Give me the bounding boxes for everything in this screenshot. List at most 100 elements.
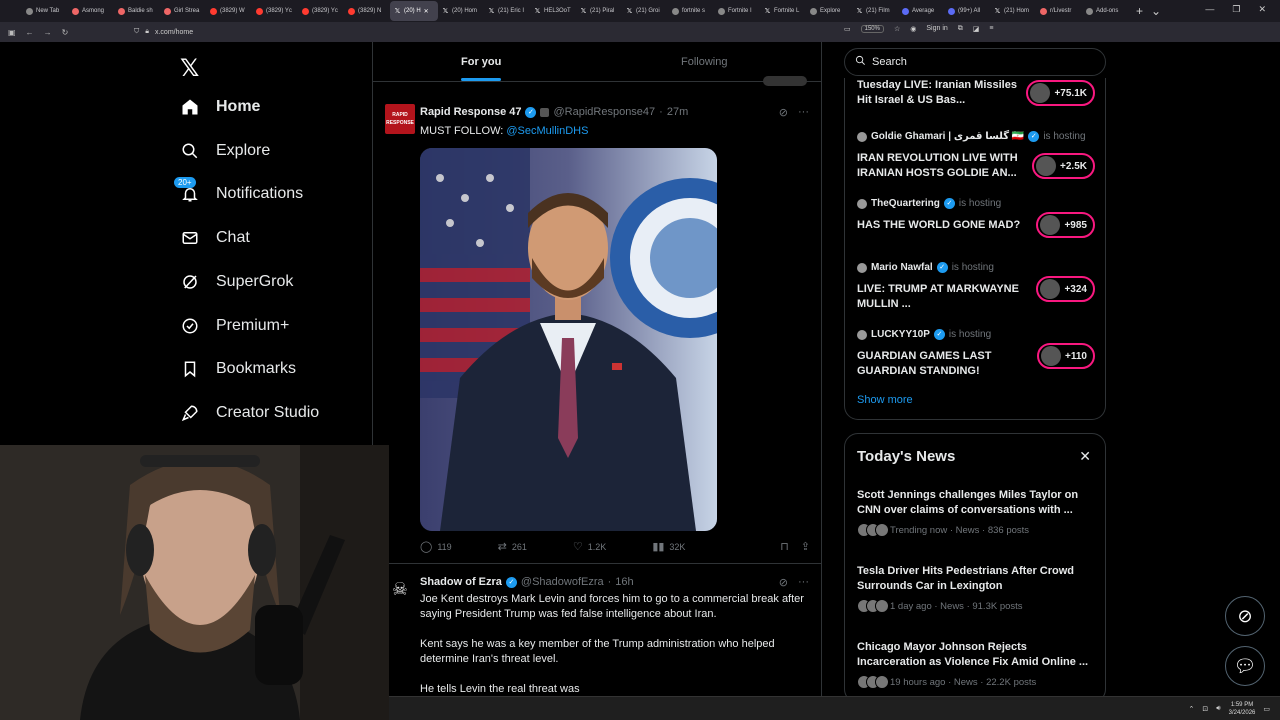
window-close-icon[interactable]: ✕	[1258, 4, 1266, 15]
live-listeners[interactable]: +985	[1036, 212, 1095, 238]
grok-icon[interactable]: ⊘	[779, 106, 788, 119]
sidebar-toggle-icon[interactable]: ▣	[8, 28, 16, 37]
browser-tab[interactable]: 𝕏 (20) Hom	[438, 1, 484, 21]
live-listeners[interactable]: +110	[1037, 343, 1095, 369]
show-more-link[interactable]: Show more	[857, 394, 913, 406]
x-logo-icon[interactable]: 𝕏	[180, 54, 199, 83]
browser-tab[interactable]: 𝕏 (21) Eric I	[484, 1, 530, 21]
browser-tab[interactable]: (3829) Yc	[252, 1, 298, 21]
nav-item-home[interactable]: Home	[180, 97, 260, 117]
close-icon[interactable]: ✕	[1079, 448, 1091, 465]
more-icon[interactable]: ···	[798, 576, 809, 589]
post-time[interactable]: 27m	[667, 106, 688, 118]
repost-button[interactable]: ⇄ 261	[498, 540, 527, 553]
chevron-up-icon[interactable]: ⌃	[1189, 705, 1195, 713]
browser-tab[interactable]: New Tab	[22, 1, 68, 21]
live-listeners[interactable]: +75.1K	[1026, 80, 1095, 106]
browser-tab-active[interactable]: 𝕏 (20) H ✕	[390, 1, 438, 21]
browser-tab[interactable]: (99+) All	[944, 1, 990, 21]
browser-tab[interactable]: 𝕏 (21) Hom	[990, 1, 1036, 21]
browser-tab[interactable]: Girl Strea	[160, 1, 206, 21]
tab-for-you[interactable]: For you	[461, 56, 501, 68]
browser-tab[interactable]: 𝕏 HEL3OoT	[530, 1, 576, 21]
reply-button[interactable]: ◯ 119	[420, 540, 452, 553]
maximize-icon[interactable]: ❐	[1232, 4, 1240, 15]
twitch-icon	[164, 7, 171, 15]
menu-icon[interactable]: ≡	[989, 25, 993, 33]
browser-tab[interactable]: r/Livestr	[1036, 1, 1082, 21]
nav-item-explore[interactable]: Explore	[180, 141, 270, 161]
forward-icon[interactable]: →	[44, 28, 52, 37]
nav-item-chat[interactable]: Chat	[180, 228, 250, 248]
nav-item-supergrok[interactable]: SuperGrok	[180, 272, 293, 292]
account-icon[interactable]: ◉	[910, 25, 916, 33]
notifications-icon[interactable]: ▭	[1263, 705, 1270, 713]
author-name[interactable]: Shadow of Ezra	[420, 576, 502, 588]
bookmark-star-icon[interactable]: ☆	[894, 25, 900, 33]
nav-item-notifications[interactable]: 20+ Notifications	[174, 177, 303, 204]
nav-item-creator-studio[interactable]: Creator Studio	[180, 403, 319, 423]
live-item[interactable]: LUCKYY10P ✓ is hosting GUARDIAN GAMES LAST…	[857, 329, 1097, 377]
views-button[interactable]: ▮▮ 32K	[652, 540, 685, 553]
browser-tab[interactable]: Baldie sh	[114, 1, 160, 21]
news-item[interactable]: Tesla Driver Hits Pedestrians After Crow…	[857, 564, 1097, 613]
like-button[interactable]: ♡ 1.2K	[573, 540, 606, 553]
browser-tab[interactable]: Add-ons	[1082, 1, 1128, 21]
live-item[interactable]: Goldie Ghamari | گلسا قمری 🇮🇷 ✓ is hosting…	[857, 131, 1097, 179]
post[interactable]: RAPID RESPONSE Rapid Response 47 ✓ @Rapi…	[373, 94, 821, 564]
avatar[interactable]: RAPID RESPONSE	[385, 104, 415, 134]
author-name[interactable]: Rapid Response 47	[420, 106, 521, 118]
post-image[interactable]	[420, 148, 717, 531]
browser-tab[interactable]: Explore	[806, 1, 852, 21]
live-listeners[interactable]: +324	[1036, 276, 1095, 302]
browser-tab[interactable]: Asmong	[68, 1, 114, 21]
avatar[interactable]: ☠	[385, 574, 415, 604]
browser-tab[interactable]: Fortnite I	[714, 1, 760, 21]
back-icon[interactable]: ←	[26, 28, 34, 37]
browser-tab[interactable]: (3829) W	[206, 1, 252, 21]
browser-tab[interactable]: 𝕏 (21) Piral	[576, 1, 622, 21]
browser-tab[interactable]: 𝕏 (21) Groi	[622, 1, 668, 21]
live-listeners[interactable]: +2.5K	[1032, 153, 1095, 179]
browser-tab[interactable]: fortnite s	[668, 1, 714, 21]
browser-tab[interactable]: Average	[898, 1, 944, 21]
nav-item-premium[interactable]: Premium+	[180, 316, 289, 336]
browser-tab[interactable]: 𝕏 (21) Film	[852, 1, 898, 21]
pocket-icon[interactable]: ◪	[973, 25, 980, 33]
mention-link[interactable]: @SecMullinDHS	[506, 125, 588, 137]
sign-in-label[interactable]: Sign in	[926, 25, 947, 33]
post[interactable]: ☠ Shadow of Ezra ✓ @ShadowofEzra · 16h ⊘…	[373, 564, 821, 696]
live-item[interactable]: TheQuartering ✓ is hosting HAS THE WORLD G…	[857, 198, 1097, 238]
post-time[interactable]: 16h	[615, 576, 633, 588]
new-posts-pill[interactable]	[763, 76, 807, 86]
tab-list-chevron-icon[interactable]: ⌄	[1151, 4, 1161, 18]
news-item[interactable]: Scott Jennings challenges Miles Taylor o…	[857, 488, 1097, 537]
tab-following[interactable]: Following	[681, 56, 727, 68]
author-handle[interactable]: @ShadowofEzra	[521, 576, 604, 588]
zoom-level[interactable]: 150%	[860, 25, 884, 33]
reader-icon[interactable]: ▭	[844, 25, 851, 33]
news-item[interactable]: Chicago Mayor Johnson Rejects Incarcerat…	[857, 640, 1097, 689]
new-tab-button[interactable]: +	[1136, 4, 1143, 18]
grok-icon[interactable]: ⊘	[779, 576, 788, 589]
author-handle[interactable]: @RapidResponse47	[553, 106, 655, 118]
more-icon[interactable]: ···	[798, 106, 809, 119]
share-icon[interactable]: ⇪	[801, 540, 810, 553]
url-text[interactable]: x.com/home	[155, 29, 193, 36]
bookmark-icon[interactable]: ⊓	[780, 540, 789, 553]
network-icon[interactable]: ⊡	[1202, 705, 1208, 713]
minimize-icon[interactable]: —	[1205, 4, 1214, 15]
nav-item-bookmarks[interactable]: Bookmarks	[180, 359, 296, 379]
close-icon[interactable]: ✕	[424, 8, 429, 15]
volume-icon[interactable]: 🔊︎	[1216, 705, 1220, 713]
grok-button[interactable]: ⊘	[1225, 596, 1265, 636]
extensions-icon[interactable]: ⧉	[958, 25, 963, 33]
browser-tab[interactable]: (3829) Yc	[298, 1, 344, 21]
clock[interactable]: 1:59 PM 3/24/2026	[1229, 701, 1256, 717]
browser-tab[interactable]: 𝕏 Fortnite L	[760, 1, 806, 21]
reload-icon[interactable]: ↻	[62, 28, 69, 37]
search-input[interactable]: Search	[844, 48, 1106, 76]
messages-button[interactable]: 💬︎	[1225, 646, 1265, 686]
browser-tab[interactable]: (3829) N	[344, 1, 390, 21]
live-item[interactable]: Mario Nawfal ✓ is hosting LIVE: TRUMP AT M…	[857, 262, 1097, 310]
